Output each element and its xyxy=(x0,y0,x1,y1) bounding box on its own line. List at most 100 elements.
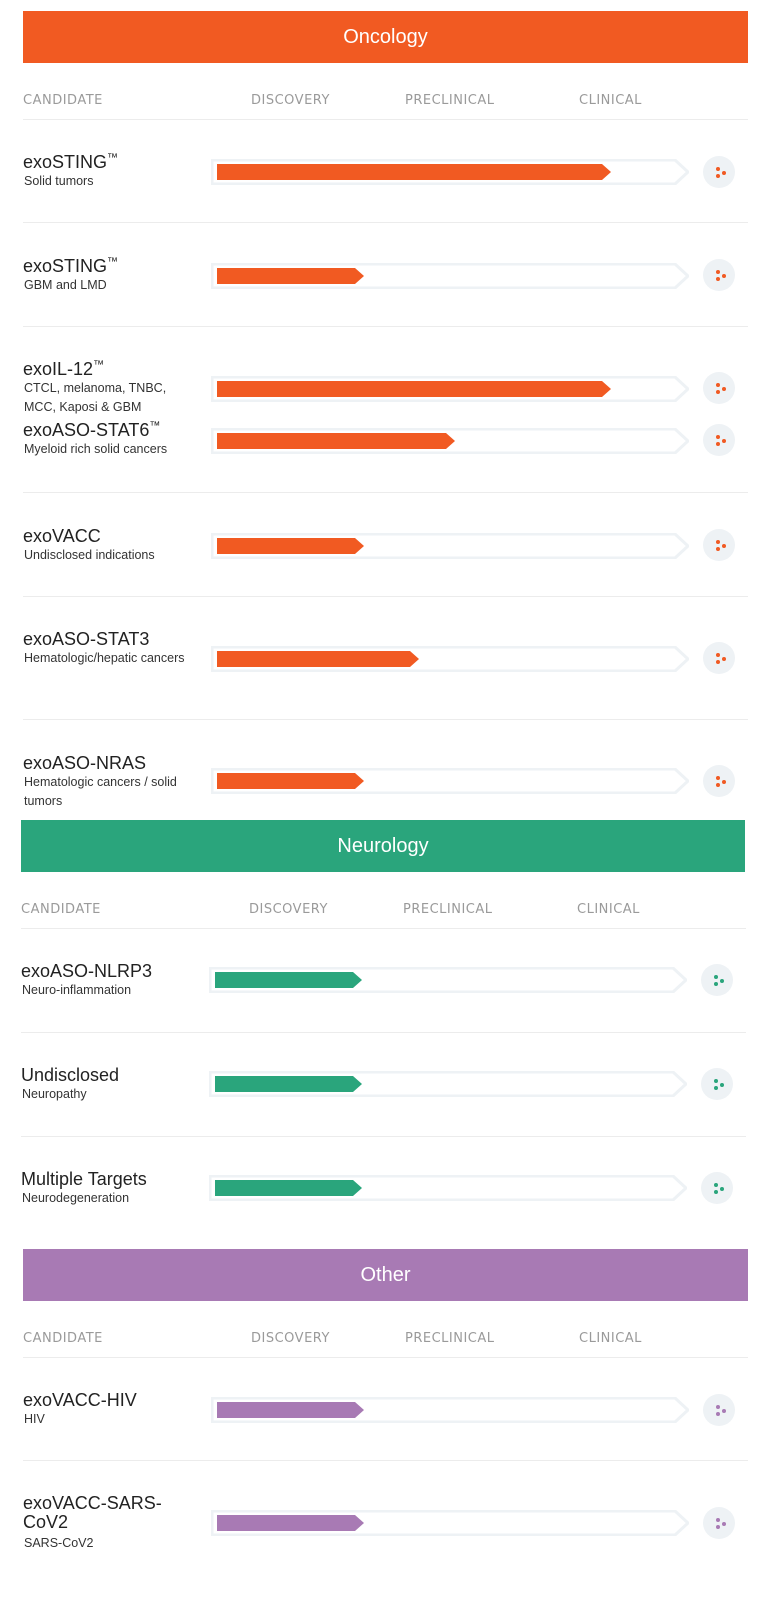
progress-track xyxy=(209,1071,687,1097)
expand-row-button[interactable] xyxy=(703,156,735,188)
divider xyxy=(21,1032,746,1033)
share-icon xyxy=(701,964,733,996)
candidate-name: exoVACC-HIV xyxy=(23,1390,137,1411)
candidate-name-text: exoASO-NRAS xyxy=(23,753,147,773)
indication-text: Hematologic cancers / solid tumors xyxy=(24,775,177,808)
candidate-name-text: exoSTING xyxy=(23,256,108,276)
share-icon xyxy=(703,156,735,188)
share-icon xyxy=(703,765,735,797)
neurology-banner: Neurology xyxy=(21,820,745,872)
other-banner: Other xyxy=(23,1249,748,1301)
indication-text: Neuro-inflammation xyxy=(22,983,132,997)
candidate-name-text: exoASO-NLRP3 xyxy=(21,961,153,981)
divider xyxy=(23,492,748,493)
trademark-mark: ™ xyxy=(149,420,161,432)
expand-row-button[interactable] xyxy=(703,424,735,456)
trademark-mark: ™ xyxy=(107,256,119,268)
expand-row-button[interactable] xyxy=(703,259,735,291)
indication-text: CTCL, melanoma, TNBC, MCC, Kaposi & GBM xyxy=(24,381,167,414)
indication-text: Hematologic/hepatic cancers xyxy=(24,651,185,665)
divider xyxy=(23,119,748,120)
candidate-name-text: exoSTING xyxy=(23,152,108,172)
progress-track xyxy=(211,768,689,794)
divider xyxy=(23,1460,748,1461)
progress-track xyxy=(209,1175,687,1201)
share-icon xyxy=(703,1394,735,1426)
candidate-name: exoASO-STAT6™ xyxy=(23,420,160,441)
candidate-name-text: exoVACC-SARS-CoV2 xyxy=(23,1493,162,1532)
indication-text: HIV xyxy=(24,1412,45,1426)
col-discovery: DISCOVERY xyxy=(251,93,330,108)
col-preclinical: PRECLINICAL xyxy=(405,93,495,108)
progress-bar xyxy=(217,164,611,180)
progress-bar xyxy=(215,972,362,988)
candidate-name-text: exoASO-STAT3 xyxy=(23,629,150,649)
divider xyxy=(23,222,748,223)
divider xyxy=(23,1357,748,1358)
indication-text: GBM and LMD xyxy=(24,278,107,292)
candidate-name-text: Multiple Targets xyxy=(21,1169,147,1189)
indication-text: Solid tumors xyxy=(24,174,94,188)
candidate-name: exoASO-NLRP3 xyxy=(21,961,152,982)
progress-track xyxy=(211,533,689,559)
expand-row-button[interactable] xyxy=(703,372,735,404)
progress-track xyxy=(211,1397,689,1423)
progress-track xyxy=(211,263,689,289)
col-clinical: CLINICAL xyxy=(579,93,642,108)
indication-text: Neuropathy xyxy=(22,1087,87,1101)
expand-row-button[interactable] xyxy=(703,1507,735,1539)
progress-bar xyxy=(217,1515,364,1531)
divider xyxy=(21,1136,746,1137)
neurology-title: Neurology xyxy=(337,834,429,857)
indication-text: Undisclosed indications xyxy=(24,548,155,562)
col-preclinical: PRECLINICAL xyxy=(405,1331,495,1346)
candidate-name-text: exoVACC xyxy=(23,526,101,546)
divider xyxy=(21,928,746,929)
progress-bar xyxy=(217,381,611,397)
expand-row-button[interactable] xyxy=(703,529,735,561)
candidate-name: exoVACC xyxy=(23,526,101,547)
col-candidate: CANDIDATE xyxy=(23,1331,103,1346)
candidate-name: exoASO-STAT3 xyxy=(23,629,149,650)
share-icon xyxy=(703,372,735,404)
progress-bar xyxy=(215,1180,362,1196)
trademark-mark: ™ xyxy=(107,152,119,164)
expand-row-button[interactable] xyxy=(703,642,735,674)
candidate-name: exoIL-12™ xyxy=(23,359,104,380)
progress-track xyxy=(211,1510,689,1536)
expand-row-button[interactable] xyxy=(703,765,735,797)
col-candidate: CANDIDATE xyxy=(21,902,101,917)
progress-bar xyxy=(217,268,364,284)
oncology-banner: Oncology xyxy=(23,11,748,63)
expand-row-button[interactable] xyxy=(703,1394,735,1426)
share-icon xyxy=(703,529,735,561)
share-icon xyxy=(701,1068,733,1100)
progress-bar xyxy=(217,433,455,449)
candidate-name: exoASO-NRAS xyxy=(23,753,146,774)
candidate-name-text: exoASO-STAT6 xyxy=(23,420,150,440)
progress-track xyxy=(211,646,689,672)
col-discovery: DISCOVERY xyxy=(249,902,328,917)
indication-text: SARS-CoV2 xyxy=(24,1536,94,1550)
candidate-name: exoVACC-SARS-CoV2 xyxy=(23,1494,173,1532)
candidate-name: Multiple Targets xyxy=(21,1169,147,1190)
progress-track xyxy=(211,376,689,402)
divider xyxy=(23,596,748,597)
progress-bar xyxy=(217,1402,364,1418)
col-candidate: CANDIDATE xyxy=(23,93,103,108)
oncology-title: Oncology xyxy=(343,25,428,48)
progress-bar xyxy=(217,773,364,789)
progress-bar xyxy=(217,651,419,667)
expand-row-button[interactable] xyxy=(701,964,733,996)
candidate-name: exoSTING™ xyxy=(23,256,118,277)
expand-row-button[interactable] xyxy=(701,1068,733,1100)
col-clinical: CLINICAL xyxy=(579,1331,642,1346)
col-clinical: CLINICAL xyxy=(577,902,640,917)
progress-track xyxy=(209,967,687,993)
share-icon xyxy=(703,424,735,456)
divider xyxy=(23,326,748,327)
candidate-name: Undisclosed xyxy=(21,1065,119,1086)
expand-row-button[interactable] xyxy=(701,1172,733,1204)
share-icon xyxy=(703,1507,735,1539)
indication-text: Myeloid rich solid cancers xyxy=(24,442,168,456)
